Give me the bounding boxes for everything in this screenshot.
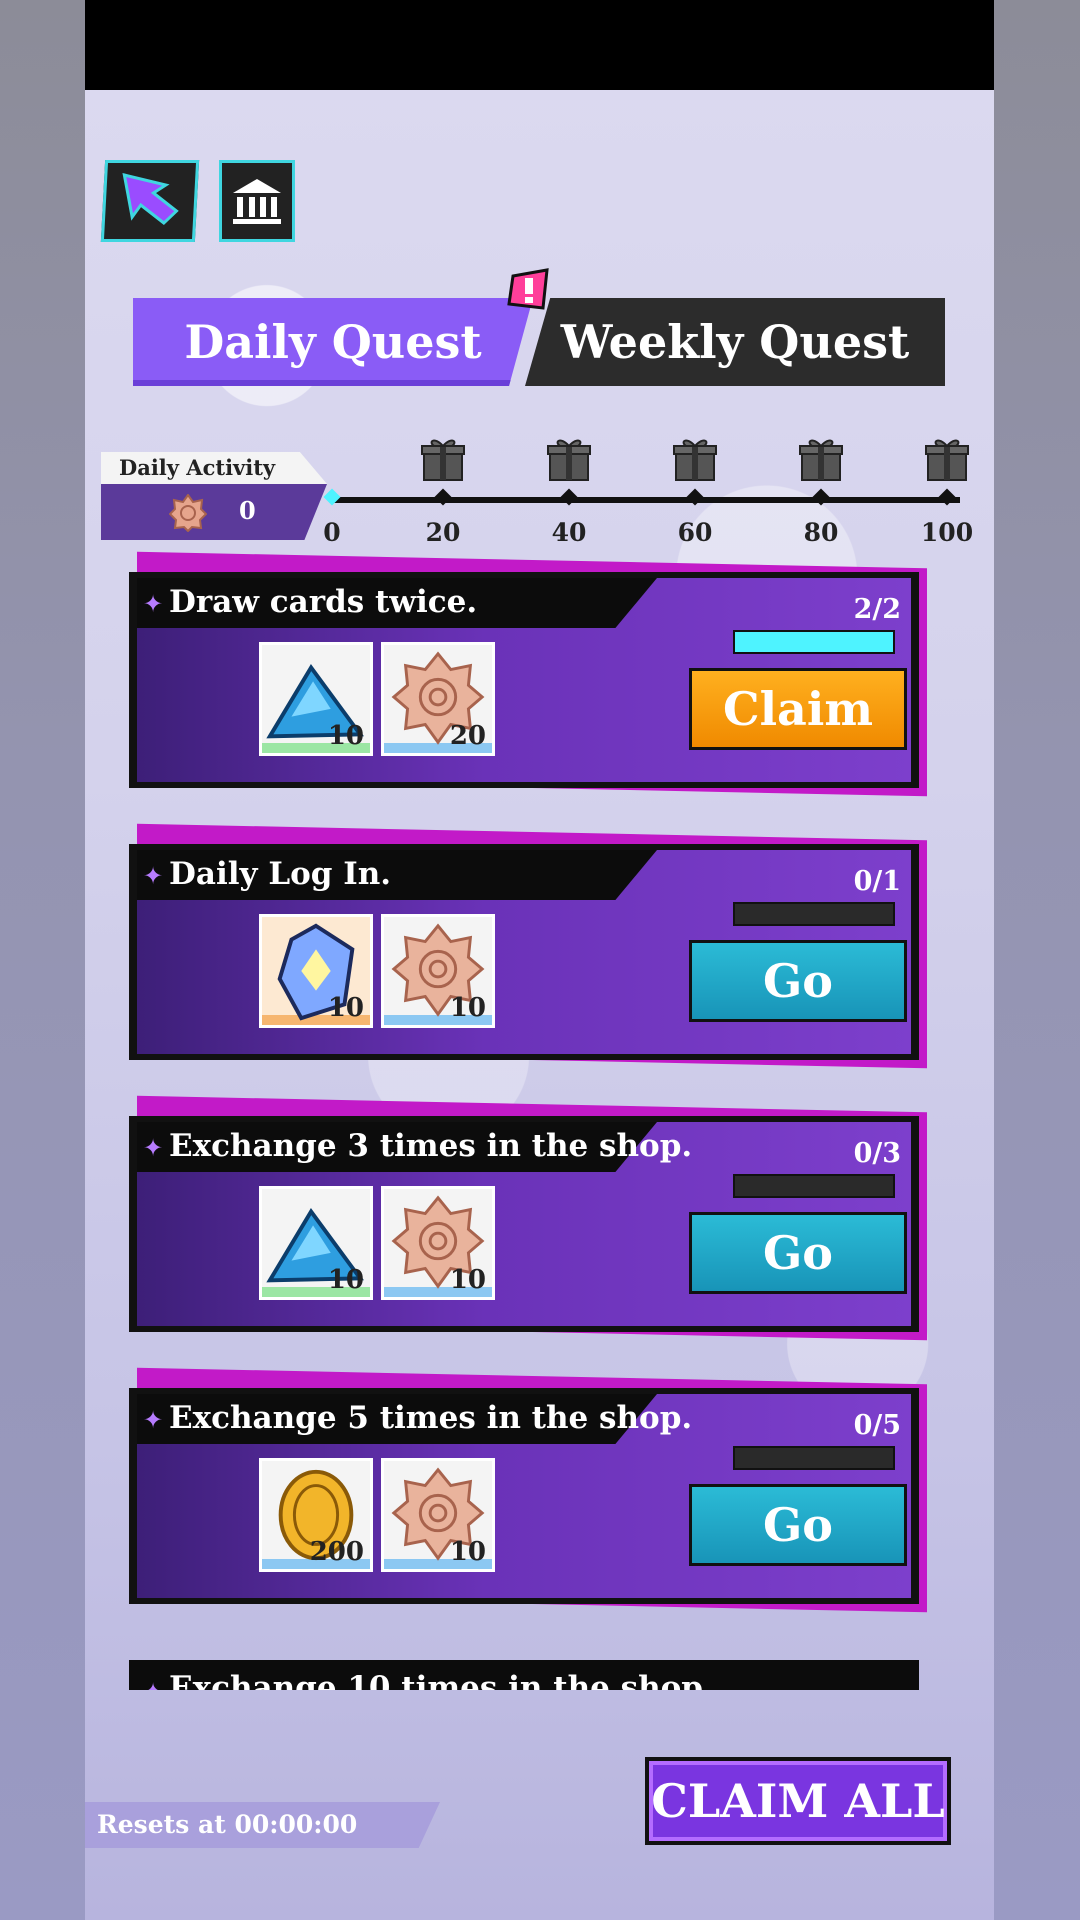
activity-points: 0 xyxy=(239,496,256,525)
gift-box-icon[interactable] xyxy=(672,436,718,482)
claim-button[interactable]: Claim xyxy=(689,668,907,750)
quest-progress-text: 0/5 xyxy=(853,1410,901,1441)
go-button[interactable]: Go xyxy=(689,940,907,1022)
reward-slot[interactable]: 200 xyxy=(259,1458,373,1572)
quest-progress-bar xyxy=(733,630,895,654)
star-icon: ✦ xyxy=(143,1134,164,1162)
reward-quantity: 10 xyxy=(327,1265,364,1295)
gift-box-icon[interactable] xyxy=(546,436,592,482)
milestone-label: 20 xyxy=(425,518,461,547)
quest-progress-bar xyxy=(733,1446,895,1470)
quest-card: ✦ Daily Log In. 0/1 10 10 Go xyxy=(129,823,929,1072)
reward-slot[interactable]: 10 xyxy=(381,914,495,1028)
quest-progress-bar xyxy=(733,902,895,926)
museum-button[interactable] xyxy=(219,160,295,242)
reset-timer: Resets at 00:00:00 (UTC+0) xyxy=(85,1802,440,1848)
quest-card-partial[interactable]: ✦ Exchange 10 times in the shop. xyxy=(129,1660,929,1690)
activity-track xyxy=(330,497,960,503)
milestone-label: 60 xyxy=(677,518,713,547)
star-icon: ✦ xyxy=(143,590,164,618)
alert-badge-icon xyxy=(507,268,549,310)
quest-card: ✦ Draw cards twice. 2/2 10 20 Claim xyxy=(129,551,929,800)
reward-slot[interactable]: 10 xyxy=(259,642,373,756)
reward-quantity: 10 xyxy=(449,993,486,1023)
milestone-label: 100 xyxy=(920,518,974,547)
quest-title: Exchange 10 times in the shop. xyxy=(169,1670,714,1690)
star-icon: ✦ xyxy=(143,1406,164,1434)
daily-activity-title: Daily Activity xyxy=(101,452,327,484)
reward-quantity: 10 xyxy=(449,1265,486,1295)
reward-slot[interactable]: 10 xyxy=(259,914,373,1028)
quest-card: ✦ Exchange 3 times in the shop. 0/3 10 10 Go xyxy=(129,1095,929,1344)
gift-box-icon[interactable] xyxy=(924,436,970,482)
quest-title: Draw cards twice. xyxy=(169,584,478,620)
milestone-label: 0 xyxy=(323,518,341,547)
reward-quantity: 10 xyxy=(449,1537,486,1567)
back-button[interactable] xyxy=(100,160,200,242)
gift-box-icon[interactable] xyxy=(420,436,466,482)
reward-slot[interactable]: 10 xyxy=(381,1186,495,1300)
reward-quantity: 10 xyxy=(327,721,364,751)
daily-activity-panel: Daily Activity 0 xyxy=(101,452,327,540)
reward-slot[interactable]: 20 xyxy=(381,642,495,756)
quest-title: Exchange 5 times in the shop. xyxy=(169,1400,693,1436)
reward-quantity: 20 xyxy=(449,721,486,751)
reward-quantity: 200 xyxy=(309,1537,364,1567)
quest-screen: Daily Quest Weekly Quest Daily Activity … xyxy=(85,0,994,1920)
back-arrow-icon xyxy=(122,172,179,225)
tab-weekly-quest[interactable]: Weekly Quest xyxy=(525,298,945,386)
quest-progress-text: 0/1 xyxy=(853,866,901,897)
status-bar xyxy=(85,0,994,90)
milestone-label: 40 xyxy=(551,518,587,547)
star-icon: ✦ xyxy=(143,1678,163,1690)
left-backdrop xyxy=(0,0,85,1920)
quest-title: Exchange 3 times in the shop. xyxy=(169,1128,693,1164)
tab-daily-quest[interactable]: Daily Quest xyxy=(133,298,533,386)
go-button[interactable]: Go xyxy=(689,1212,907,1294)
rose-token-icon xyxy=(169,494,207,532)
claim-all-button[interactable]: CLAIM ALL xyxy=(645,1757,951,1845)
reward-quantity: 10 xyxy=(327,993,364,1023)
gift-box-icon[interactable] xyxy=(798,436,844,482)
quest-progress-fill xyxy=(735,632,893,652)
quest-title: Daily Log In. xyxy=(169,856,392,892)
reward-slot[interactable]: 10 xyxy=(381,1458,495,1572)
quest-progress-bar xyxy=(733,1174,895,1198)
right-backdrop xyxy=(994,0,1080,1920)
quest-card: ✦ Exchange 5 times in the shop. 0/5 200 10 Go xyxy=(129,1367,929,1616)
quest-progress-text: 2/2 xyxy=(853,594,901,625)
quest-progress-text: 0/3 xyxy=(853,1138,901,1169)
milestone-label: 80 xyxy=(803,518,839,547)
go-button[interactable]: Go xyxy=(689,1484,907,1566)
reward-slot[interactable]: 10 xyxy=(259,1186,373,1300)
star-icon: ✦ xyxy=(143,862,164,890)
museum-icon xyxy=(233,179,281,224)
